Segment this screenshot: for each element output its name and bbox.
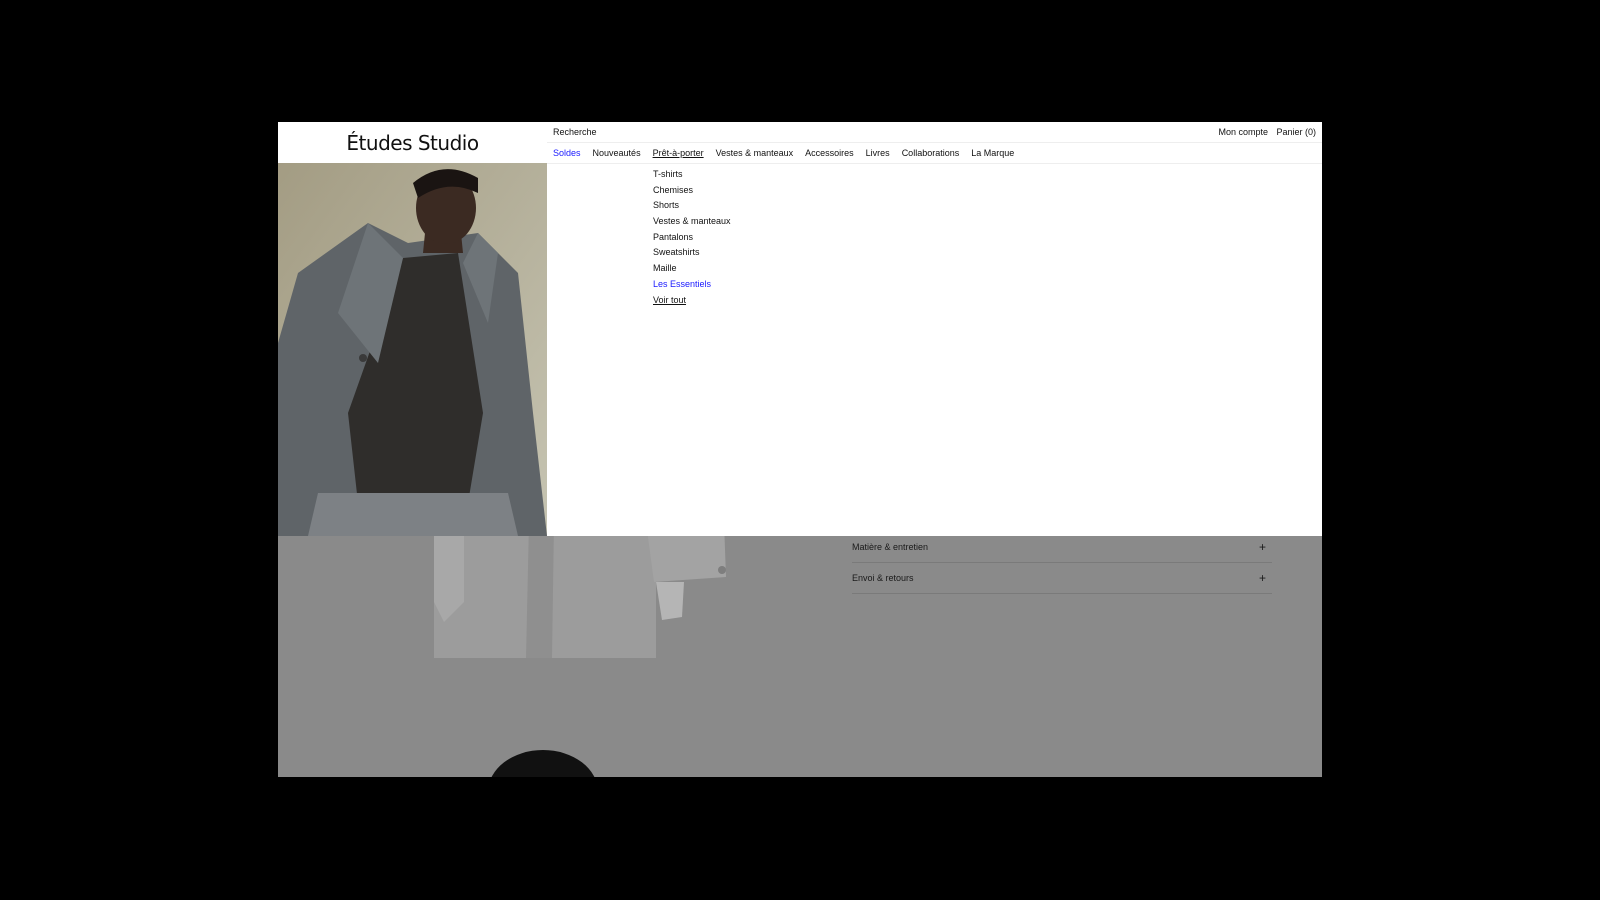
nav-item-vestes-manteaux[interactable]: Vestes & manteaux	[716, 148, 794, 158]
accordion-label: Envoi & retours	[852, 573, 914, 583]
browser-viewport: Matière & entretien + Envoi & retours + …	[278, 122, 1322, 777]
submenu-item-les-essentiels[interactable]: Les Essentiels	[653, 277, 731, 293]
nav-item-accessoires[interactable]: Accessoires	[805, 148, 854, 158]
model-photo	[278, 163, 547, 536]
submenu-item-sweatshirts[interactable]: Sweatshirts	[653, 245, 731, 261]
nav-item-livres[interactable]: Livres	[866, 148, 890, 158]
product-accordion: Matière & entretien + Envoi & retours +	[852, 532, 1272, 594]
brand-logo[interactable]: Études Studio	[278, 122, 547, 164]
accordion-material-care[interactable]: Matière & entretien +	[852, 532, 1272, 563]
product-coat-image	[434, 522, 734, 672]
submenu-item-pantalons[interactable]: Pantalons	[653, 230, 731, 246]
submenu-item-tshirts[interactable]: T-shirts	[653, 167, 731, 183]
plus-icon[interactable]: +	[1259, 571, 1272, 585]
submenu-item-maille[interactable]: Maille	[653, 261, 731, 277]
nav-item-soldes[interactable]: Soldes	[553, 148, 581, 158]
accordion-shipping-returns[interactable]: Envoi & retours +	[852, 563, 1272, 594]
accordion-label: Matière & entretien	[852, 542, 929, 552]
submenu-item-shorts[interactable]: Shorts	[653, 198, 731, 214]
menu-feature-image	[278, 163, 547, 536]
cart-link[interactable]: Panier (0)	[1276, 127, 1316, 137]
nav-item-collaborations[interactable]: Collaborations	[902, 148, 960, 158]
account-link[interactable]: Mon compte	[1218, 127, 1268, 137]
submenu-pret-a-porter: T-shirts Chemises Shorts Vestes & mantea…	[653, 167, 731, 308]
plus-icon[interactable]: +	[1259, 540, 1272, 554]
submenu-item-chemises[interactable]: Chemises	[653, 183, 731, 199]
nav-item-nouveautes[interactable]: Nouveautés	[593, 148, 641, 158]
submenu-item-vestes-manteaux[interactable]: Vestes & manteaux	[653, 214, 731, 230]
utility-bar: Recherche Mon compte Panier (0)	[547, 122, 1322, 143]
nav-item-la-marque[interactable]: La Marque	[971, 148, 1014, 158]
main-nav: Soldes Nouveautés Prêt-à-porter Vestes &…	[547, 142, 1322, 164]
next-product-image	[491, 750, 595, 777]
mega-menu-overlay: Études Studio Recherche Mon compte Panie…	[278, 122, 1322, 536]
submenu-item-voir-tout[interactable]: Voir tout	[653, 293, 731, 309]
search-link[interactable]: Recherche	[553, 127, 597, 137]
nav-item-pret-a-porter[interactable]: Prêt-à-porter	[653, 148, 704, 158]
